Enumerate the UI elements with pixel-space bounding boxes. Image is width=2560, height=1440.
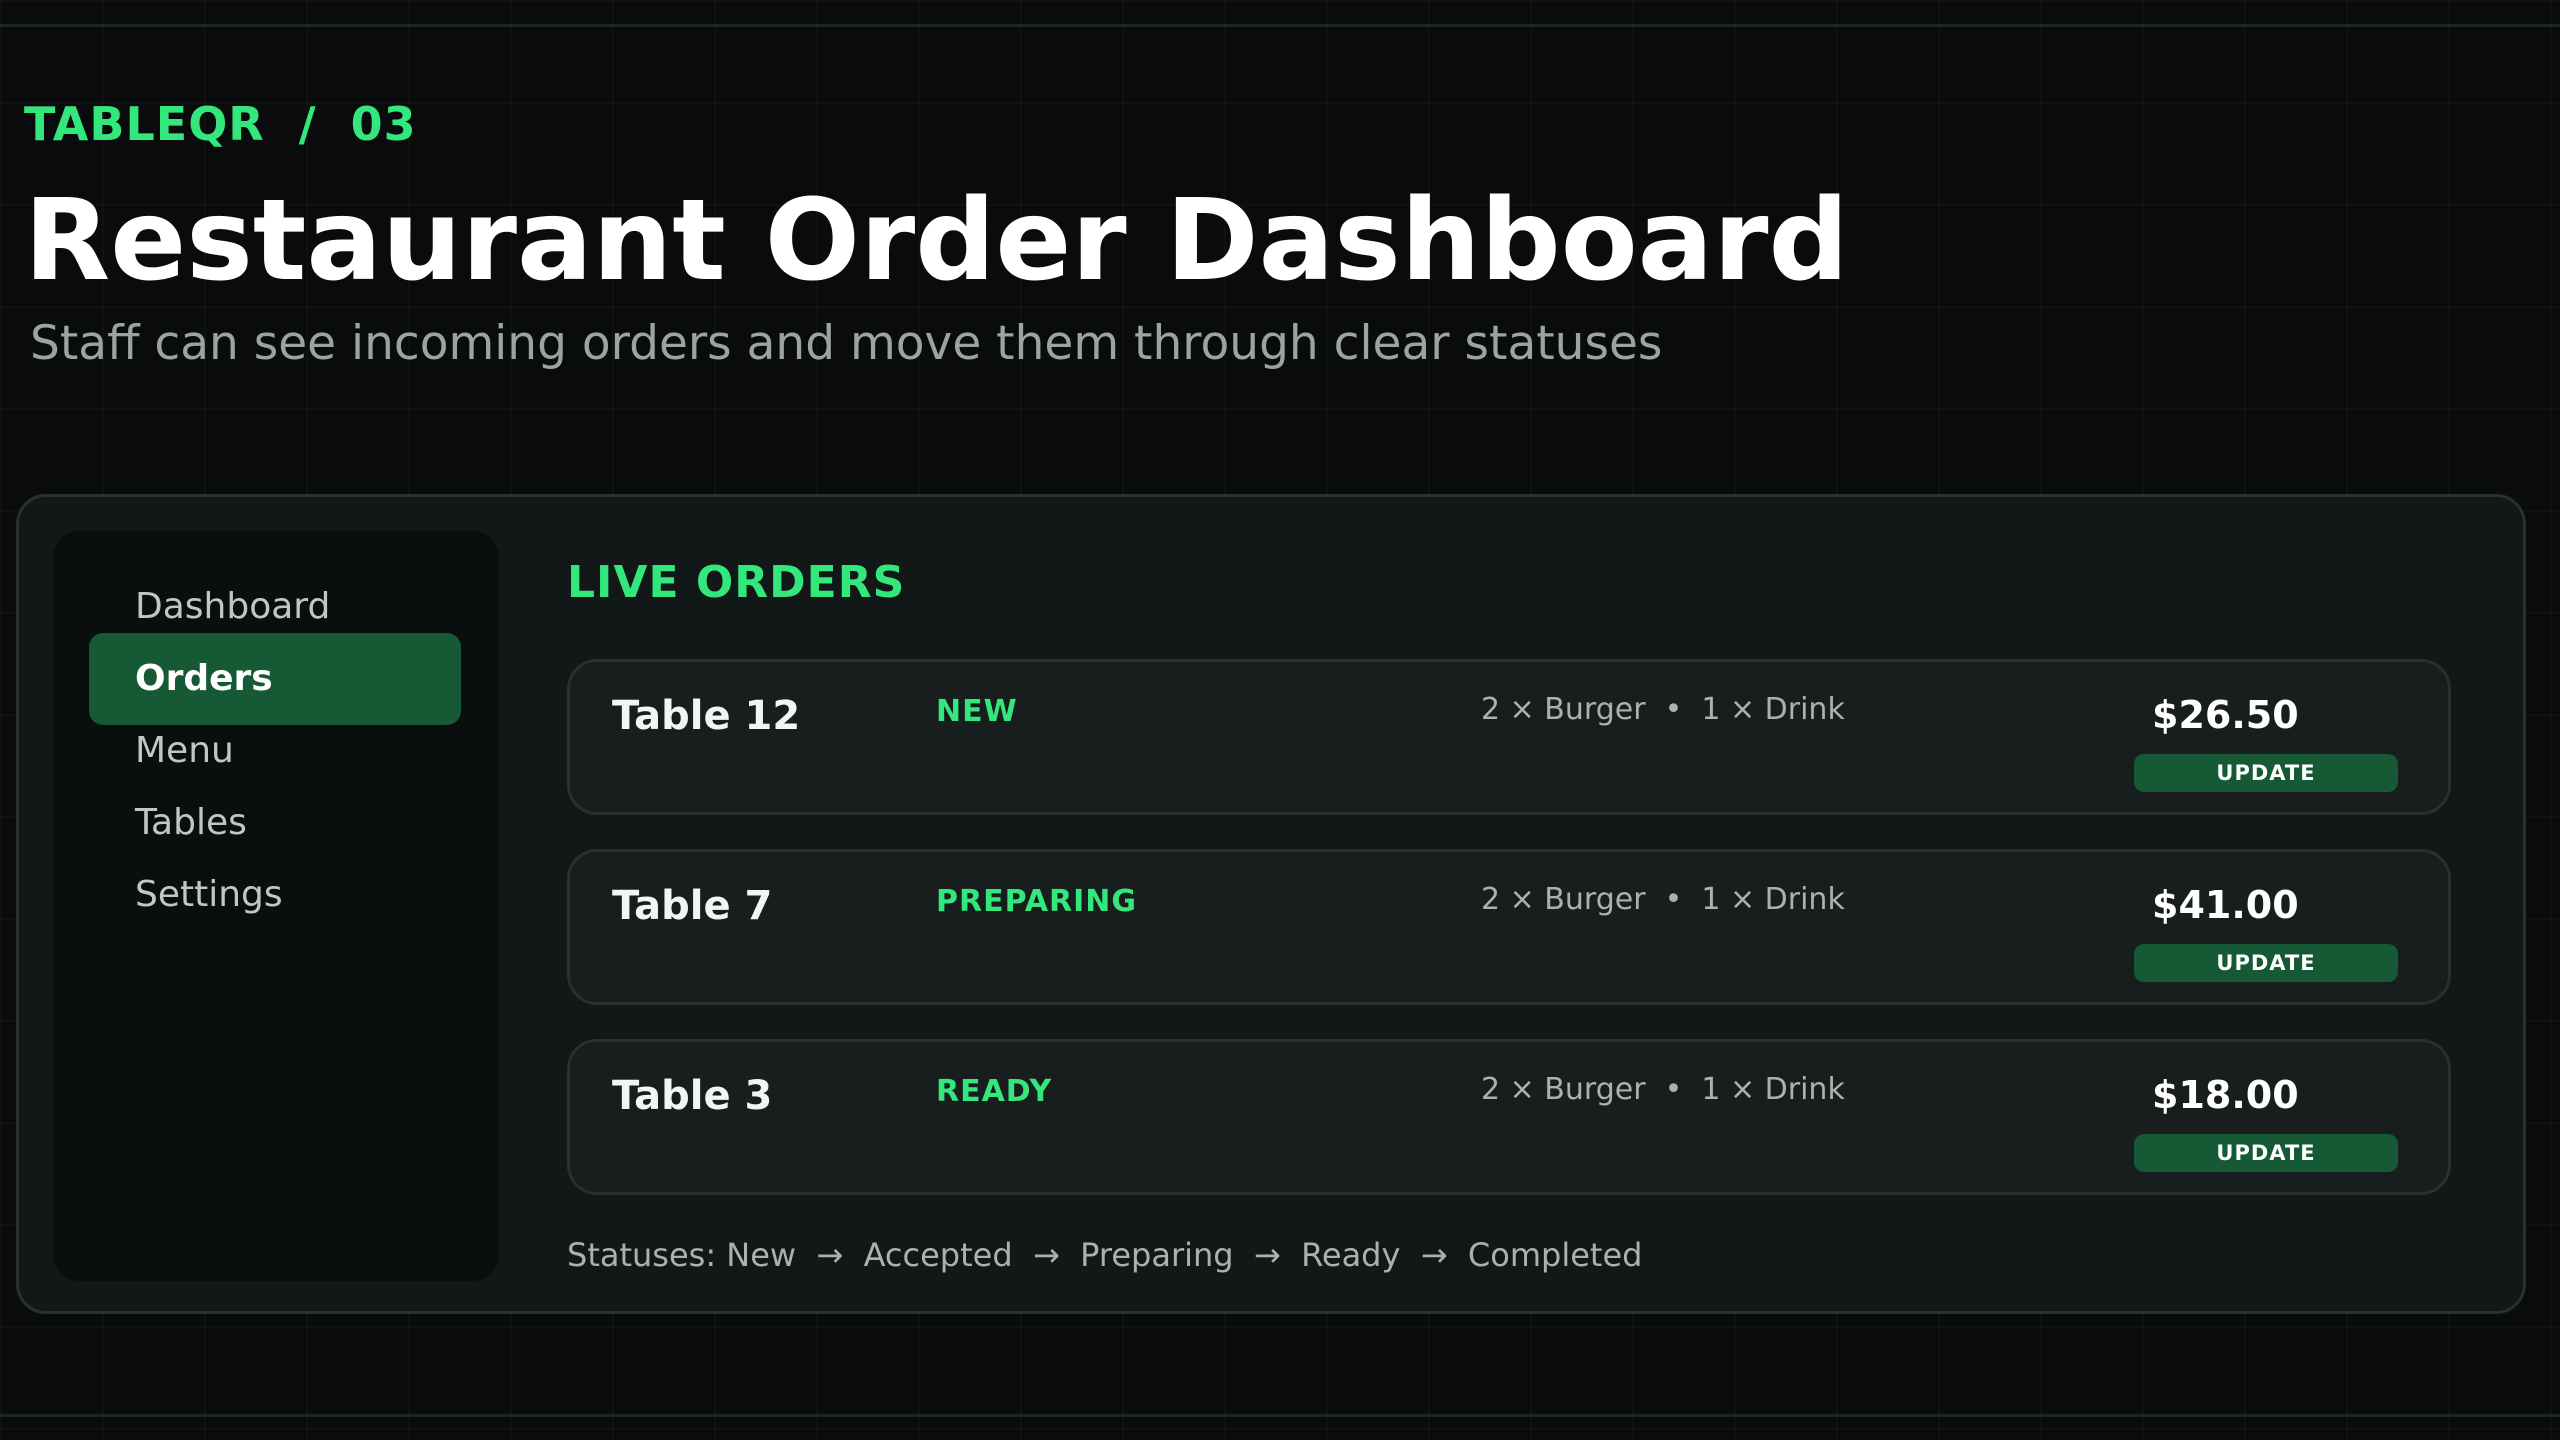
bottom-divider <box>0 1414 2560 1417</box>
page-subtitle: Staff can see incoming orders and move t… <box>30 316 1663 371</box>
order-card: Table 3 READY 2 × Burger • 1 × Drink $18… <box>567 1039 2451 1195</box>
order-card: Table 12 NEW 2 × Burger • 1 × Drink $26.… <box>567 659 2451 815</box>
update-status-button[interactable]: UPDATE <box>2134 1134 2398 1172</box>
order-status-badge: READY <box>936 1074 1053 1109</box>
order-status-badge: PREPARING <box>936 884 1138 919</box>
top-divider <box>0 24 2560 27</box>
order-items-summary: 2 × Burger • 1 × Drink <box>1481 692 1845 727</box>
order-status-badge: NEW <box>936 694 1018 729</box>
order-items-summary: 2 × Burger • 1 × Drink <box>1481 882 1845 917</box>
update-status-button[interactable]: UPDATE <box>2134 944 2398 982</box>
sidebar: Dashboard Orders Menu Tables Settings <box>53 531 499 1281</box>
page-title: Restaurant Order Dashboard <box>24 176 1849 306</box>
order-table-label: Table 7 <box>612 883 773 929</box>
order-card: Table 7 PREPARING 2 × Burger • 1 × Drink… <box>567 849 2451 1005</box>
update-status-button[interactable]: UPDATE <box>2134 754 2398 792</box>
order-total: $26.50 <box>2152 693 2299 737</box>
order-total: $18.00 <box>2152 1073 2299 1117</box>
dashboard-panel: Dashboard Orders Menu Tables Settings LI… <box>16 494 2526 1314</box>
order-table-label: Table 12 <box>612 693 801 739</box>
status-flow-legend: Statuses: New → Accepted → Preparing → R… <box>567 1236 1643 1274</box>
live-orders-heading: LIVE ORDERS <box>567 557 906 608</box>
order-items-summary: 2 × Burger • 1 × Drink <box>1481 1072 1845 1107</box>
order-table-label: Table 3 <box>612 1073 773 1119</box>
brand-label: TABLEQR / 03 <box>24 97 417 151</box>
order-total: $41.00 <box>2152 883 2299 927</box>
sidebar-item-settings[interactable]: Settings <box>89 849 461 941</box>
